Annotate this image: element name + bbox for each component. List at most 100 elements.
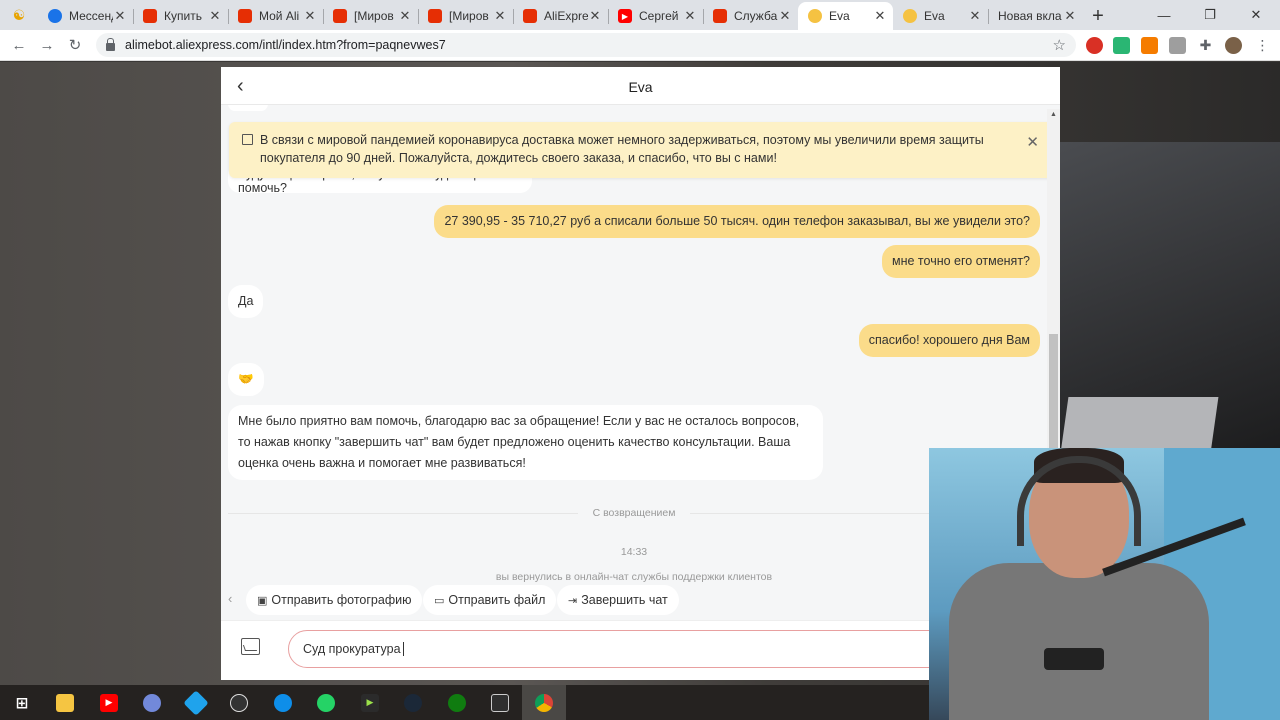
quick-actions-bar: ‹ ▣ Отправить фотографию ▭ Отправить фай… — [221, 583, 1047, 617]
windows-start-icon[interactable]: ⊞ — [0, 685, 44, 720]
welcome-back-divider: С возвращением — [228, 507, 1040, 521]
webcam-overlay — [929, 448, 1280, 720]
bookmark-star-icon[interactable]: ☆ — [1053, 36, 1066, 54]
xbox-icon[interactable] — [435, 685, 479, 720]
close-icon[interactable]: ✕ — [1026, 134, 1039, 152]
garmin-icon[interactable]: ▶ — [348, 685, 392, 720]
aliexpress-icon — [523, 9, 537, 23]
epic-games-icon[interactable] — [478, 685, 522, 720]
close-icon[interactable]: ✕ — [588, 8, 602, 24]
tab-aliexpress[interactable]: AliExpre ✕ — [513, 2, 608, 30]
whatsapp-icon[interactable] — [304, 685, 348, 720]
avatar[interactable] — [1225, 37, 1242, 54]
close-icon[interactable]: ✕ — [968, 8, 982, 24]
tab-new-tab[interactable]: Новая вкла ✕ — [988, 2, 1083, 30]
close-icon[interactable]: ✕ — [683, 8, 697, 24]
bot-message: Мне было приятно вам помочь, благодарю в… — [228, 405, 823, 480]
extension-icon[interactable] — [1141, 37, 1158, 54]
forward-arrow-icon[interactable]: → — [36, 35, 58, 55]
close-icon[interactable]: ✕ — [778, 8, 792, 24]
close-icon[interactable]: ✕ — [113, 8, 127, 24]
tab-messenger[interactable]: Мессенд ✕ — [38, 2, 133, 30]
discord-icon[interactable] — [130, 685, 174, 720]
streamer-body — [949, 563, 1209, 720]
send-photo-button[interactable]: ▣ Отправить фотографию — [246, 585, 423, 615]
chrome-icon[interactable] — [522, 685, 566, 720]
extension-icon[interactable] — [1113, 37, 1130, 54]
aliexpress-icon — [238, 9, 252, 23]
notice-text: В связи с мировой пандемией коронавируса… — [260, 133, 984, 165]
end-chat-button[interactable]: ⇥ Завершить чат — [557, 585, 679, 615]
reload-icon[interactable]: ↻ — [64, 35, 86, 55]
browser-app-icon: ☯ — [12, 6, 26, 23]
chevron-left-icon[interactable]: ‹ — [228, 591, 232, 606]
tab-aliexpress-world-1[interactable]: [Миров ✕ — [323, 2, 418, 30]
steam-icon[interactable] — [391, 685, 435, 720]
messenger-icon — [48, 9, 62, 23]
eva-bot-icon — [903, 9, 917, 23]
sketch-icon[interactable] — [174, 685, 218, 720]
puzzle-icon[interactable]: ✚ — [1197, 37, 1214, 54]
tab-youtube[interactable]: ▶ Сергей ✕ — [608, 2, 703, 30]
new-tab-button[interactable]: + — [1083, 2, 1113, 30]
file-explorer-icon[interactable] — [43, 685, 87, 720]
aliexpress-icon — [143, 9, 157, 23]
close-icon[interactable]: ✕ — [398, 8, 412, 24]
extension-icon[interactable] — [1169, 37, 1186, 54]
eva-bot-icon — [808, 9, 822, 23]
minimize-button[interactable]: — — [1141, 0, 1187, 30]
tab-eva-active[interactable]: Eva ✕ — [798, 2, 893, 30]
back-arrow-icon[interactable]: ← — [8, 35, 30, 55]
teamviewer-icon[interactable] — [261, 685, 305, 720]
microphone — [1044, 648, 1104, 670]
chat-title: Eva — [628, 79, 653, 95]
user-message: 27 390,95 - 35 710,27 руб а списали боль… — [434, 205, 1040, 238]
message-timestamp: 14:33 — [620, 546, 648, 558]
lock-icon — [106, 37, 115, 51]
text-caret — [402, 642, 404, 656]
aliexpress-cart-icon — [713, 9, 727, 23]
maximize-button[interactable]: ❐ — [1187, 0, 1233, 30]
handshake-emoji-message: 🤝 — [228, 363, 264, 396]
covid-notice-banner: В связи с мировой пандемией коронавируса… — [229, 122, 1047, 178]
speaker-icon — [242, 134, 253, 145]
close-icon[interactable]: ✕ — [493, 8, 507, 24]
close-icon[interactable]: ✕ — [873, 8, 887, 24]
background-laptop — [1060, 142, 1280, 472]
send-file-button[interactable]: ▭ Отправить файл — [423, 585, 557, 615]
message-bubble-partial — [228, 105, 268, 111]
chat-header: ‹ Eva — [221, 67, 1060, 105]
tab-eva[interactable]: Eva ✕ — [893, 2, 988, 30]
close-icon[interactable]: ✕ — [208, 8, 222, 24]
system-message: вы вернулись в онлайн-чат службы поддерж… — [495, 571, 773, 583]
menu-icon[interactable]: ⋮ — [1254, 37, 1271, 54]
message-input[interactable]: Суд прокуратура — [288, 630, 948, 668]
tab-aliexpress-buy[interactable]: Купить ✕ — [133, 2, 228, 30]
browser-toolbar: ← → ↻ alimebot.aliexpress.com/intl/index… — [0, 30, 1280, 61]
folder-icon: ▭ — [434, 594, 445, 607]
close-icon[interactable]: ✕ — [303, 8, 317, 24]
tab-aliexpress-world-2[interactable]: [Миров ✕ — [418, 2, 513, 30]
attach-image-icon[interactable] — [241, 638, 260, 655]
tab-aliexpress-my[interactable]: Мой Ali ✕ — [228, 2, 323, 30]
bot-message: Да — [228, 285, 264, 318]
exit-icon: ⇥ — [568, 594, 578, 607]
browser-tab-bar: ☯ Мессенд ✕ Купить ✕ Мой Ali ✕ [Миров ✕ … — [0, 0, 1280, 30]
obs-icon[interactable] — [217, 685, 261, 720]
youtube-icon[interactable]: ▶ — [87, 685, 131, 720]
url-text: alimebot.aliexpress.com/intl/index.htm?f… — [125, 38, 446, 52]
aliexpress-icon — [428, 9, 442, 23]
scrollbar-thumb[interactable] — [1049, 334, 1058, 454]
tab-aliexpress-service[interactable]: Служба ✕ — [703, 2, 798, 30]
youtube-icon: ▶ — [618, 9, 632, 23]
close-icon[interactable]: ✕ — [1063, 8, 1077, 24]
address-bar[interactable]: alimebot.aliexpress.com/intl/index.htm?f… — [96, 33, 1076, 57]
extension-icon[interactable] — [1086, 37, 1103, 54]
image-icon: ▣ — [257, 594, 268, 607]
scroll-up-icon[interactable]: ▲ — [1050, 111, 1057, 118]
aliexpress-icon — [333, 9, 347, 23]
window-close-button[interactable]: ✕ — [1233, 0, 1279, 30]
user-message: спасибо! хорошего дня Вам — [858, 324, 1040, 357]
user-message: мне точно его отменят? — [882, 245, 1040, 278]
message-list: Будут еще вопросы, могу чем-нибудь еще п… — [221, 105, 1047, 585]
